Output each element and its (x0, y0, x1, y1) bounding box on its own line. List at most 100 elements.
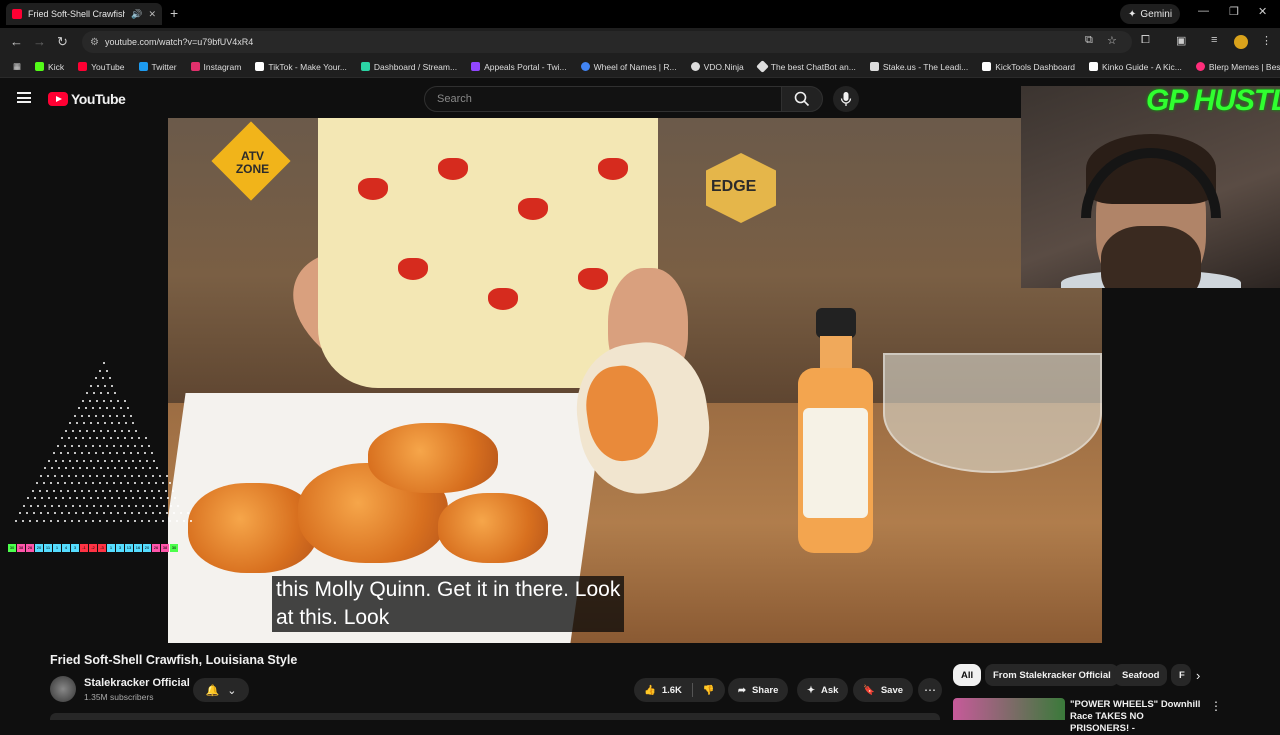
bookmark-item[interactable]: Kinko Guide - A Kic... (1082, 62, 1189, 72)
bookmark-item[interactable]: Instagram (184, 62, 249, 72)
audio-meter-overlay: 30 38 26 20 11 1 4 3 -1 -2 -3 1 3 13 16 20 26 38 30 (8, 544, 178, 552)
bookmark-item[interactable]: The best ChatBot an... (751, 60, 863, 73)
tab-title: Fried Soft-Shell Crawfish, Lo (28, 9, 126, 19)
bookmark-item[interactable]: KickTools Dashboard (975, 62, 1082, 72)
bookmark-item[interactable]: Wheel of Names | R... (574, 62, 684, 72)
channel-name[interactable]: Stalekracker Official (84, 677, 190, 689)
notifications-button[interactable]: 🔔 ⌄ (193, 678, 249, 702)
overlay-dot (144, 452, 146, 454)
overlay-dot (113, 407, 115, 409)
more-actions-icon[interactable]: ⋯ (918, 678, 942, 702)
overlay-dot (83, 422, 85, 424)
blerp-icon (1195, 62, 1205, 71)
search-button[interactable] (781, 86, 823, 112)
overlay-dot (92, 482, 94, 484)
overlay-dot (170, 504, 172, 507)
apps-grid-icon[interactable]: ▦ (6, 61, 28, 72)
bookmark-item[interactable]: Blerp Memes | Best... (1189, 62, 1280, 72)
bookmark-label: Blerp Memes | Best... (1208, 61, 1280, 72)
bookmark-item[interactable]: Kick (28, 62, 71, 72)
thumbs-down-icon[interactable]: 👎 (703, 685, 715, 696)
gemini-button[interactable]: ✦ Gemini (1120, 4, 1181, 24)
overlay-dot (22, 519, 24, 522)
bookmark-item[interactable]: Dashboard / Stream... (354, 62, 464, 72)
overlay-dot (131, 512, 133, 514)
bookmark-item[interactable]: YouTube (71, 62, 131, 72)
overlay-dot (103, 512, 105, 514)
search-input[interactable]: Search (424, 86, 782, 112)
overlay-dot (47, 474, 49, 477)
hamburger-menu-icon[interactable] (17, 92, 31, 103)
caption-line: at this. Look (276, 606, 390, 629)
kebab-menu-icon[interactable]: ⋮ (1210, 699, 1222, 713)
chip-seafood[interactable]: Seafood (1114, 664, 1168, 686)
close-window-icon[interactable]: ✕ (1258, 5, 1267, 18)
close-tab-icon[interactable]: ✕ (148, 9, 156, 20)
overlay-dot (50, 519, 52, 522)
reload-icon[interactable]: ↻ (57, 34, 68, 50)
bookmark-item[interactable]: VDO.Ninja (684, 62, 751, 72)
bookmark-item[interactable]: TikTok - Make Your... (248, 62, 354, 72)
bookmark-item[interactable]: Twitter (132, 62, 184, 72)
bookmark-item[interactable]: Appeals Portal - Twi... (464, 62, 574, 72)
save-button[interactable]: 🔖 Save (853, 678, 914, 702)
ask-button[interactable]: ✦ Ask (797, 678, 849, 702)
install-app-icon[interactable]: ⧉ (1085, 34, 1093, 47)
youtube-logo[interactable]: YouTube (48, 91, 126, 107)
overlay-dot (26, 512, 28, 514)
overlay-dot (43, 482, 45, 484)
new-tab-button[interactable]: + (170, 5, 178, 21)
forward-icon[interactable]: → (33, 34, 46, 49)
overlay-dot (29, 519, 31, 522)
overlay-dot (19, 512, 21, 514)
bookmark-star-icon[interactable]: ☆ (1107, 34, 1117, 47)
description-box[interactable] (50, 713, 940, 720)
bookmark-item[interactable]: Stake.us - The Leadi... (863, 62, 975, 72)
chip-more[interactable]: F (1171, 664, 1191, 686)
profile-avatar[interactable] (1234, 35, 1248, 49)
overlay-dot (104, 422, 106, 424)
overlay-dot (156, 504, 158, 507)
overlay-dot (68, 437, 70, 439)
youtube-logo-text: YouTube (71, 91, 126, 107)
overlay-dot (65, 429, 67, 432)
overlay-dot (135, 504, 137, 507)
minimize-icon[interactable]: — (1198, 5, 1209, 17)
overlay-dot (96, 399, 98, 402)
overlay-dot (120, 444, 122, 447)
overlay-dot (62, 459, 64, 462)
overlay-dot (127, 407, 129, 409)
extensions-icon[interactable]: ⧠ (1141, 34, 1150, 47)
overlay-dot (141, 444, 143, 447)
omnibox[interactable]: ⚙ youtube.com/watch?v=u79bfUV4xR4 (82, 31, 1132, 53)
share-button[interactable]: ➦ Share (728, 678, 789, 702)
overlay-dot (69, 497, 71, 499)
restore-icon[interactable]: ❐ (1229, 5, 1239, 18)
overlay-dot (158, 489, 160, 492)
chevron-right-icon[interactable]: › (1196, 668, 1200, 683)
overlay-dot (74, 452, 76, 454)
chip-all[interactable]: All (953, 664, 982, 686)
browser-menu-icon[interactable]: ⋮ (1261, 34, 1272, 47)
site-info-icon[interactable]: ⚙ (90, 37, 99, 48)
overlay-dot (123, 489, 125, 492)
video-player[interactable]: ATV ZONE EDGE (168, 118, 1102, 643)
sidepanel-icon[interactable]: ▣ (1176, 34, 1186, 47)
media-controls-icon[interactable]: ≡ (1211, 34, 1217, 46)
like-button[interactable]: 👍 1.6K 👎 (634, 678, 725, 702)
overlay-dot (151, 452, 153, 454)
browser-tab[interactable]: Fried Soft-Shell Crawfish, Lo 🔊 ✕ (6, 3, 162, 25)
mixing-bowl (883, 353, 1102, 473)
speaker-icon[interactable]: 🔊 (131, 9, 142, 20)
back-icon[interactable]: ← (10, 34, 23, 49)
overlay-dot (93, 429, 95, 432)
overlay-dot (54, 512, 56, 514)
voice-search-button[interactable] (833, 86, 859, 112)
recommended-thumbnail[interactable] (953, 698, 1065, 720)
chip-from-channel[interactable]: From Stalekracker Official (985, 664, 1119, 686)
channel-avatar[interactable] (50, 676, 76, 702)
overlay-dot (123, 452, 125, 454)
bookmark-label: Kinko Guide - A Kic... (1102, 61, 1182, 72)
kick-icon (35, 62, 45, 71)
recommended-title[interactable]: "POWER WHEELS" Downhill Race TAKES NO PR… (1070, 699, 1205, 735)
